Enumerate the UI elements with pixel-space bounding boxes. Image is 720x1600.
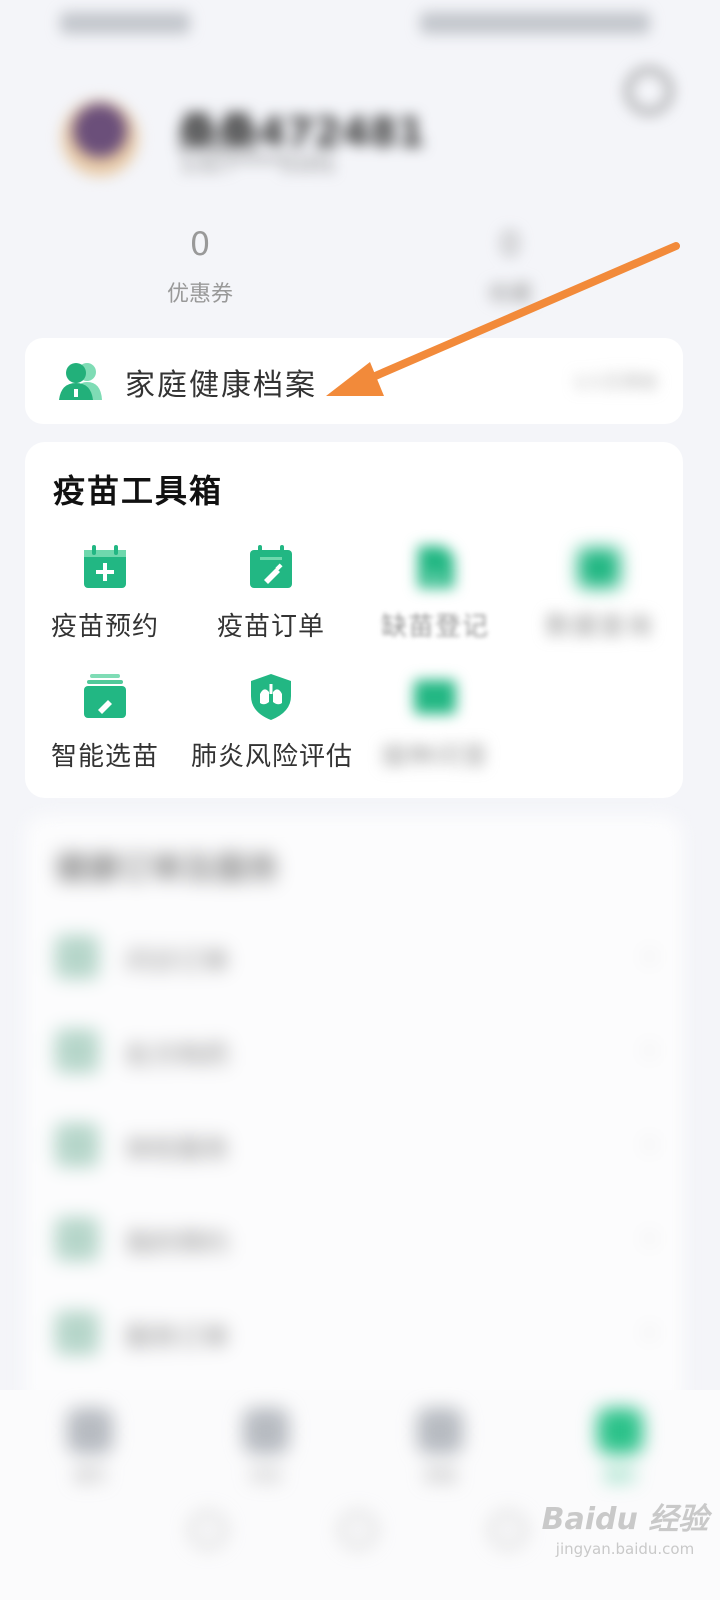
tool-vaccination-qa[interactable]: 接种问答 [355, 672, 515, 773]
tool-smart-vaccine-select[interactable]: 智能选苗 [25, 672, 185, 773]
tool-shortage-registration[interactable]: 缺苗登记 [355, 542, 515, 643]
document-icon [418, 546, 454, 588]
nav-consult[interactable]: 问诊 [206, 1408, 326, 1486]
chevron-right-icon: › [644, 1035, 655, 1065]
status-bar [0, 0, 720, 50]
nav-mall[interactable]: 商城 [380, 1408, 500, 1486]
settings-icon[interactable] [626, 68, 672, 114]
order-row[interactable]: 体检服务 › [55, 1115, 655, 1175]
tool-label: 接种问答 [380, 742, 489, 772]
tool-label: 智能选苗 [50, 742, 159, 772]
family-health-records-card[interactable]: 家庭健康档案 1人已添加 [25, 338, 683, 424]
system-status-icons [420, 12, 650, 34]
health-orders-section: 健康订单及服务 问诊订单 › 处方购药 › 体检服务 › 我的预约 › 服务订单… [25, 815, 683, 1415]
order-row[interactable]: 服务订单 › [55, 1303, 655, 1363]
order-icon [55, 1123, 99, 1167]
stat-label: 优惠券 [166, 282, 233, 307]
avatar[interactable] [62, 100, 138, 176]
order-label: 处方购药 [125, 1041, 230, 1071]
order-label: 服务订单 [125, 1323, 230, 1353]
order-icon [55, 935, 99, 979]
stat-coupons[interactable]: 0 优惠券 [120, 222, 280, 308]
recents-icon[interactable] [490, 1512, 526, 1548]
nav-label: 我的 [603, 1466, 636, 1485]
layered-syringe-icon [84, 674, 126, 718]
clipboard-icon [243, 1408, 289, 1454]
nav-home[interactable]: 首页 [30, 1408, 150, 1486]
tool-label: 数据查询 [544, 612, 653, 642]
tool-label: 肺炎风险评估 [191, 742, 354, 772]
calendar-syringe-icon [250, 545, 292, 588]
card-icon [414, 680, 456, 714]
nav-label: 首页 [73, 1466, 106, 1485]
order-icon [55, 1217, 99, 1261]
chat-icon [417, 1408, 463, 1454]
order-row[interactable]: 问诊订单 › [55, 927, 655, 987]
vaccine-toolbox: 疫苗工具箱 疫苗预约 疫苗订单 缺苗登记 数据查询 智能选苗 肺炎风险评估 接种… [25, 442, 683, 798]
person-icon [597, 1408, 643, 1454]
profile-header: 桑桑472481 1327****5101 [0, 60, 720, 220]
calendar-plus-icon [84, 545, 126, 588]
folder-icon [578, 548, 620, 588]
toolbox-title: 疫苗工具箱 [53, 472, 224, 510]
family-members-icon [59, 363, 102, 400]
order-icon [55, 1029, 99, 1073]
order-row[interactable]: 处方购药 › [55, 1021, 655, 1081]
stat-favorites[interactable]: 0 收藏 [430, 222, 590, 308]
stat-label: 收藏 [487, 282, 532, 307]
chevron-right-icon: › [644, 941, 655, 971]
nav-label: 商城 [423, 1466, 456, 1485]
order-label: 体检服务 [125, 1135, 230, 1165]
order-icon [55, 1311, 99, 1355]
tool-data-query[interactable]: 数据查询 [519, 542, 679, 643]
nav-mine[interactable]: 我的 [560, 1408, 680, 1486]
order-label: 我的预约 [125, 1229, 230, 1259]
user-phone: 1327****5101 [180, 152, 336, 177]
watermark-main: Baidu 经验 [541, 1502, 709, 1537]
chevron-right-icon: › [644, 1129, 655, 1159]
lungs-shield-icon [251, 674, 291, 720]
tool-label: 疫苗订单 [216, 612, 325, 642]
nav-label: 问诊 [249, 1466, 282, 1485]
baidu-jingyan-watermark: Baidu 经验 jingyan.baidu.com [540, 1494, 710, 1558]
stat-value: 0 [499, 225, 521, 263]
username[interactable]: 桑桑472481 [178, 100, 425, 158]
orders-title: 健康订单及服务 [55, 849, 280, 887]
chevron-right-icon: › [644, 1317, 655, 1347]
stat-value: 0 [189, 225, 211, 263]
tool-pneumonia-risk[interactable]: 肺炎风险评估 [191, 672, 354, 773]
signal-indicators [60, 12, 190, 34]
chevron-right-icon: › [644, 1223, 655, 1253]
family-card-count: 1人已添加 [573, 372, 657, 393]
home-icon [67, 1408, 113, 1454]
tool-vaccine-appointment[interactable]: 疫苗预约 [25, 542, 185, 643]
tool-label: 疫苗预约 [50, 612, 159, 642]
home-button-icon[interactable] [340, 1512, 376, 1548]
tool-label: 缺苗登记 [380, 612, 489, 642]
family-card-title: 家庭健康档案 [125, 368, 317, 403]
order-row[interactable]: 我的预约 › [55, 1209, 655, 1269]
watermark-sub: jingyan.baidu.com [555, 1540, 695, 1558]
order-label: 问诊订单 [125, 947, 230, 977]
back-icon[interactable] [190, 1512, 226, 1548]
tool-vaccine-orders[interactable]: 疫苗订单 [191, 542, 351, 643]
